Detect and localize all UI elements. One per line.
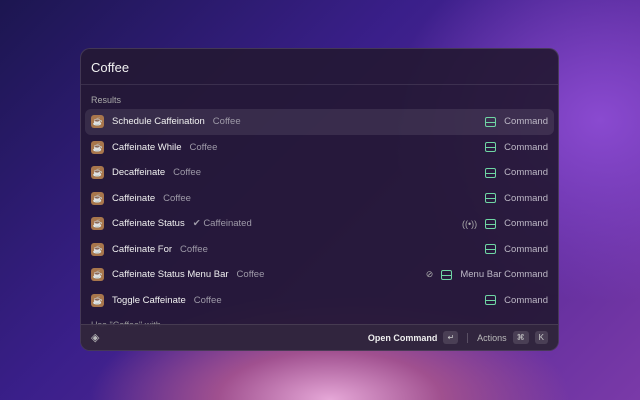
result-item[interactable]: ☕ Caffeinate While Coffee Command bbox=[85, 135, 554, 161]
result-item[interactable]: ☕ Schedule Caffeination Coffee Command bbox=[85, 109, 554, 135]
result-title: Schedule Caffeination bbox=[112, 116, 205, 128]
app-logo-icon: ◈ bbox=[91, 332, 100, 344]
result-type: Menu Bar Command bbox=[460, 269, 548, 281]
result-title: Toggle Caffeinate bbox=[112, 294, 186, 306]
accessory-icon: ((•)) bbox=[462, 218, 478, 229]
result-item[interactable]: ☕ Caffeinate Coffee Command bbox=[85, 186, 554, 212]
result-type: Command bbox=[504, 294, 548, 306]
cmd-key: ⌘ bbox=[512, 331, 529, 344]
coffee-icon: ☕ bbox=[91, 140, 104, 154]
result-type: Command bbox=[504, 141, 548, 153]
result-type: Command bbox=[504, 167, 548, 179]
result-subtitle: Coffee bbox=[173, 167, 201, 179]
footer: ◈ Open Command ↵ Actions ⌘ K bbox=[81, 324, 558, 350]
result-item[interactable]: ☕ Decaffeinate Coffee Command bbox=[85, 160, 554, 186]
command-icon bbox=[485, 193, 497, 204]
command-icon bbox=[485, 167, 497, 178]
coffee-icon: ☕ bbox=[91, 242, 104, 256]
result-title: Decaffeinate bbox=[112, 167, 166, 179]
launcher-window: Coffee Results ☕ Schedule Caffeination C… bbox=[80, 48, 559, 351]
command-icon bbox=[485, 116, 497, 127]
coffee-icon: ☕ bbox=[91, 166, 104, 180]
coffee-icon: ☕ bbox=[91, 268, 104, 282]
command-icon bbox=[485, 218, 497, 229]
coffee-icon: ☕ bbox=[91, 115, 104, 129]
command-icon bbox=[485, 142, 497, 153]
result-subtitle: Coffee bbox=[193, 294, 222, 306]
command-icon bbox=[485, 295, 497, 306]
result-type: Command bbox=[504, 192, 548, 204]
result-subtitle: Coffee bbox=[189, 141, 218, 153]
result-type: Command bbox=[504, 243, 548, 255]
result-subtitle: Coffee bbox=[212, 116, 241, 128]
coffee-icon: ☕ bbox=[91, 293, 104, 307]
divider bbox=[467, 332, 469, 343]
result-item[interactable]: ☕ Toggle Caffeinate Coffee Command bbox=[85, 288, 554, 314]
enter-key: ↵ bbox=[443, 331, 459, 344]
command-icon bbox=[441, 269, 453, 280]
result-item[interactable]: ☕ Caffeinate For Coffee Command bbox=[85, 237, 554, 263]
result-item[interactable]: ☕ Caffeinate Status Menu Bar Coffee ⊘ Me… bbox=[85, 262, 554, 288]
actions-button[interactable]: Actions bbox=[477, 333, 507, 343]
result-title: Caffeinate bbox=[112, 192, 156, 204]
coffee-icon: ☕ bbox=[91, 217, 104, 231]
result-title: Caffeinate Status Menu Bar bbox=[112, 269, 229, 281]
result-subtitle: ✔ Caffeinated bbox=[192, 218, 252, 230]
result-subtitle: Coffee bbox=[236, 269, 265, 281]
section-title: Results bbox=[91, 95, 122, 105]
open-command-button[interactable]: Open Command bbox=[368, 333, 438, 343]
result-subtitle: Coffee bbox=[163, 192, 191, 204]
result-type: Command bbox=[504, 218, 548, 230]
k-key: K bbox=[534, 331, 548, 344]
accessory-icon: ⊘ bbox=[425, 269, 434, 280]
result-title: Caffeinate For bbox=[112, 243, 173, 255]
result-item[interactable]: ☕ Caffeinate Status ✔ Caffeinated ((•)) … bbox=[85, 211, 554, 237]
results-list: ☕ Schedule Caffeination Coffee Command ☕ … bbox=[81, 109, 558, 313]
result-type: Command bbox=[504, 116, 548, 128]
command-icon bbox=[485, 244, 497, 255]
result-title: Caffeinate Status bbox=[112, 218, 185, 230]
search-input[interactable]: Coffee bbox=[81, 49, 558, 85]
result-subtitle: Coffee bbox=[180, 243, 208, 255]
result-title: Caffeinate While bbox=[112, 141, 182, 153]
coffee-icon: ☕ bbox=[91, 191, 104, 205]
